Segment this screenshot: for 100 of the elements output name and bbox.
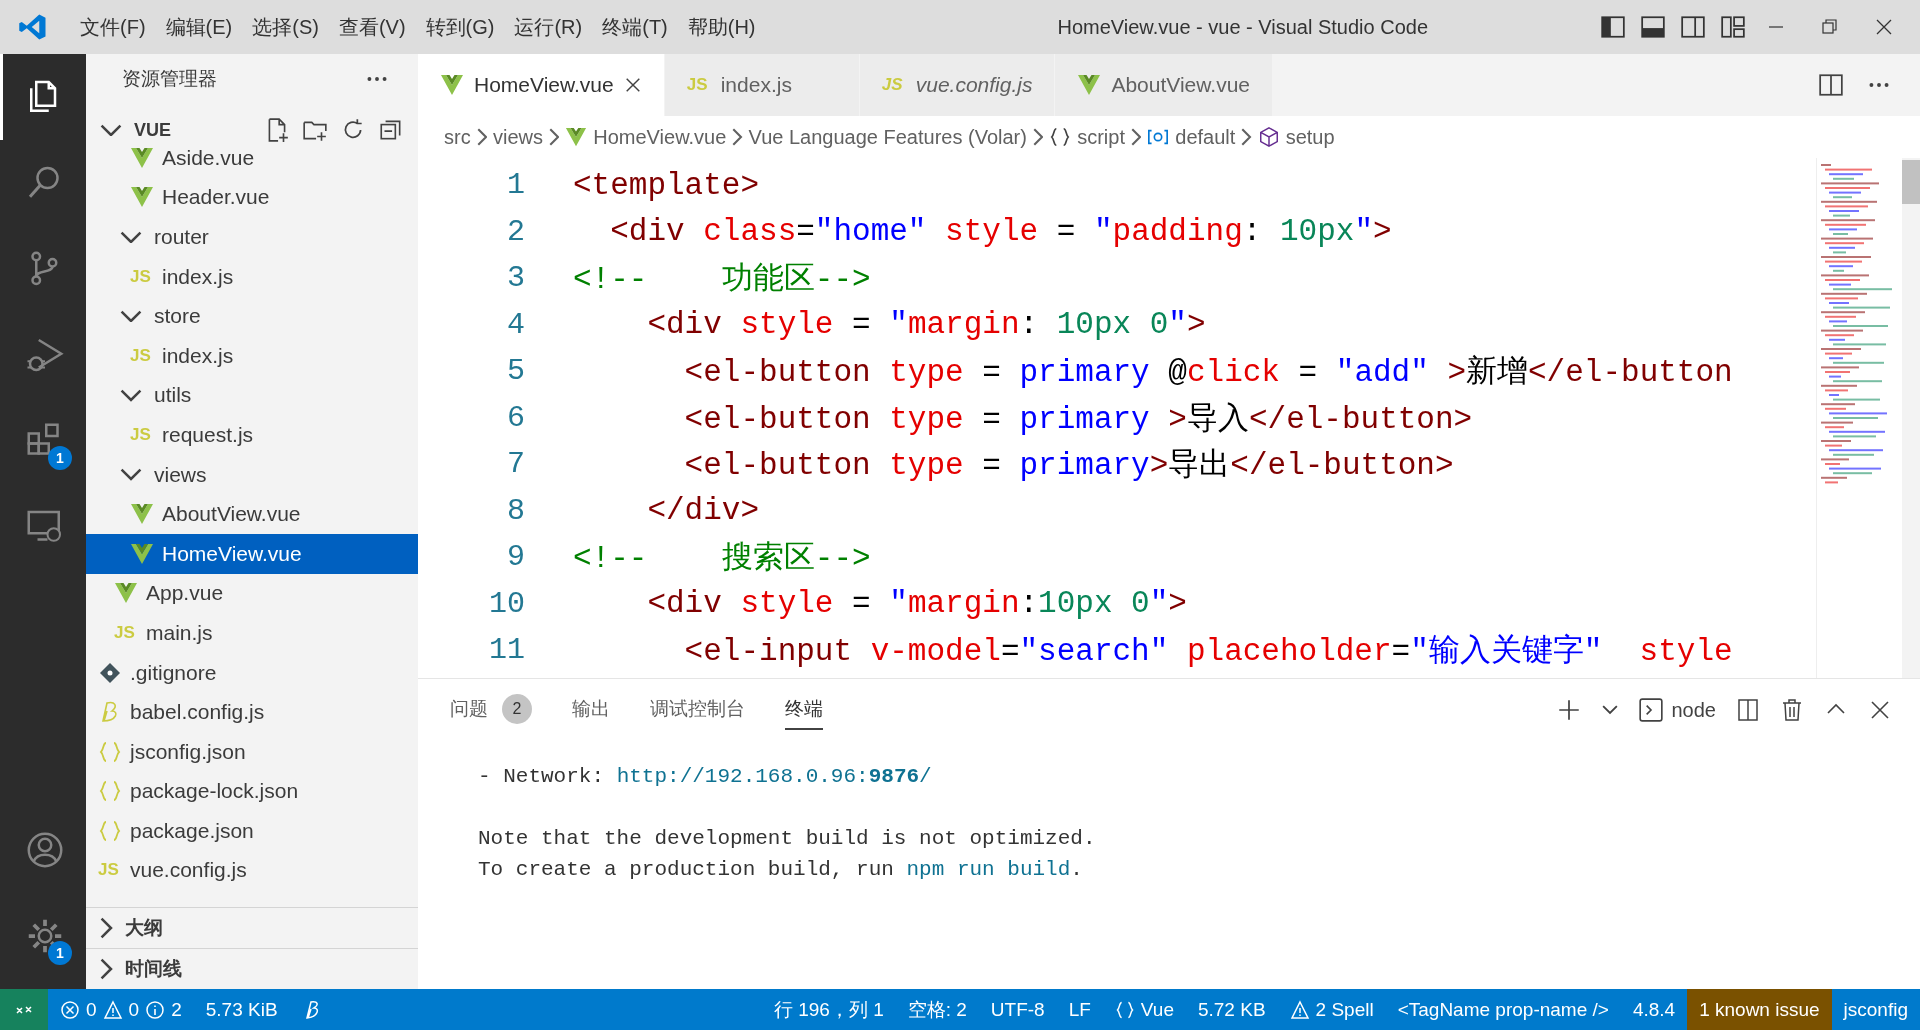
- code-line: <!-- 搜索区-->: [573, 540, 871, 579]
- scrollbar[interactable]: [1902, 158, 1920, 678]
- file-item[interactable]: JS index.js: [86, 335, 418, 376]
- file-item[interactable]: Aside.vue: [86, 138, 418, 178]
- braces-icon: [98, 739, 122, 764]
- status-item[interactable]: Vue: [1102, 989, 1186, 1030]
- line-number: 1: [506, 168, 525, 203]
- grid-layout-icon[interactable]: [1720, 14, 1746, 40]
- panel-tab[interactable]: 输出: [572, 690, 610, 730]
- status-item[interactable]: 1 known issue: [1687, 989, 1832, 1030]
- split-layout-icon[interactable]: [1680, 14, 1706, 40]
- menu-item[interactable]: 运行(R): [504, 13, 593, 41]
- editor-tab[interactable]: AboutView.vue: [1055, 54, 1273, 116]
- panel-layout-icon[interactable]: [1640, 14, 1666, 40]
- editor-tab[interactable]: JS vue.config.js: [859, 54, 1056, 116]
- editor-tab[interactable]: JS index.js: [664, 54, 860, 116]
- menu-item[interactable]: 转到(G): [415, 13, 505, 41]
- breadcrumb-item[interactable]: HomeView.vue: [565, 125, 727, 149]
- info-icon: [145, 999, 166, 1020]
- terminal-link[interactable]: npm run build: [906, 858, 1071, 881]
- chevron-icon: [476, 128, 487, 146]
- status-item[interactable]: 2 Spell: [1277, 989, 1386, 1030]
- status-item[interactable]: 4.8.4: [1620, 989, 1688, 1030]
- status-item[interactable]: LF: [1056, 989, 1103, 1030]
- split-editor-icon[interactable]: [1818, 72, 1844, 98]
- menu-item[interactable]: 文件(F): [70, 13, 156, 41]
- terminal-profile[interactable]: node: [1637, 697, 1716, 723]
- file-item[interactable]: package-lock.json: [86, 771, 418, 812]
- menu-item[interactable]: 选择(S): [242, 13, 329, 41]
- vue-icon: [565, 126, 588, 148]
- vue-icon: [130, 146, 154, 169]
- breadcrumb-item[interactable]: default: [1147, 125, 1236, 149]
- breadcrumb-item[interactable]: views: [492, 125, 543, 149]
- status-item[interactable]: jsconfig: [1831, 989, 1920, 1030]
- status-item[interactable]: 行 196，列 1: [761, 989, 896, 1030]
- split-icon[interactable]: [1736, 698, 1760, 722]
- folder-item[interactable]: views: [86, 454, 418, 495]
- editor-tab[interactable]: HomeView.vue: [418, 54, 665, 116]
- vue-icon: [130, 542, 154, 565]
- panel-tab[interactable]: 问题 2: [450, 690, 532, 730]
- file-item[interactable]: JS main.js: [86, 613, 418, 653]
- status-item[interactable]: 5.73 KiB: [193, 989, 290, 1030]
- status-item[interactable]: 5.72 KB: [1185, 989, 1278, 1030]
- sidebar-layout-icon[interactable]: [1600, 14, 1626, 40]
- close-icon[interactable]: [1874, 17, 1894, 37]
- status-item[interactable]: <TagName prop-name />: [1385, 989, 1621, 1030]
- file-item[interactable]: HomeView.vue: [86, 533, 418, 574]
- file-item[interactable]: package.json: [86, 811, 418, 851]
- trash-icon[interactable]: [1780, 698, 1804, 722]
- extensions-button[interactable]: 1: [0, 398, 86, 484]
- code-line: <el-button type = primary >导入</el-button>: [683, 400, 1473, 439]
- file-item[interactable]: Header.vue: [86, 177, 418, 218]
- terminal-link[interactable]: http://192.168.0.96:9876/: [616, 765, 932, 788]
- line-number: 10: [488, 586, 525, 621]
- menu-item[interactable]: 编辑(E): [155, 13, 243, 41]
- file-item[interactable]: JS vue.config.js: [86, 850, 418, 891]
- code-line: <div class="home" style = "padding: 10px">: [609, 214, 1392, 250]
- file-item[interactable]: .gitignore: [86, 652, 418, 693]
- vue-icon: [1077, 74, 1102, 96]
- status-item[interactable]: 空格: 2: [895, 989, 979, 1030]
- folder-item[interactable]: utils: [86, 375, 418, 416]
- status-item[interactable]: UTF-8: [978, 989, 1057, 1030]
- chevron-icon: [732, 128, 743, 146]
- js-icon: JS: [114, 622, 138, 643]
- terminal-icon: [1637, 697, 1664, 723]
- menu-item[interactable]: 帮助(H): [677, 13, 766, 41]
- file-item[interactable]: JS request.js: [86, 415, 418, 455]
- terminal-line: To create a production build, run npm run build.: [478, 857, 1084, 883]
- vue-icon: [440, 74, 464, 96]
- chevron-icon: [100, 958, 113, 980]
- breadcrumb-item[interactable]: Vue Language Features (Volar): [748, 125, 1027, 149]
- badge: 1: [48, 446, 72, 470]
- file-item[interactable]: babel.config.js: [86, 692, 418, 732]
- problems-button[interactable]: 0 0 2: [48, 989, 194, 1030]
- file-item[interactable]: App.vue: [86, 573, 418, 614]
- menu-item[interactable]: 查看(V): [328, 13, 416, 41]
- close-icon[interactable]: [623, 76, 642, 94]
- restore-icon[interactable]: [1820, 17, 1840, 37]
- warning-icon: [1289, 999, 1310, 1020]
- line-number: 7: [506, 447, 525, 482]
- braces-icon: [98, 779, 122, 804]
- file-item[interactable]: jsconfig.json: [86, 731, 418, 772]
- cube-icon: [1257, 126, 1280, 148]
- chevron-icon: [120, 468, 142, 481]
- panel-tab[interactable]: 终端: [785, 690, 823, 730]
- chevron-icon: [1131, 128, 1142, 146]
- menu-item[interactable]: 终端(T): [592, 13, 678, 41]
- folder-item[interactable]: router: [86, 217, 418, 257]
- chevron-icon: [100, 917, 113, 939]
- braces-icon: [98, 818, 122, 843]
- breadcrumb-item[interactable]: script: [1049, 125, 1125, 149]
- panel-tab[interactable]: 调试控制台: [650, 690, 745, 730]
- file-item[interactable]: JS index.js: [86, 256, 418, 297]
- folder-item[interactable]: store: [86, 296, 418, 336]
- section-header[interactable]: 大纲: [86, 907, 418, 948]
- code-line: <div style = "margin:10px 0">: [646, 586, 1187, 622]
- settings-button[interactable]: 1: [0, 893, 86, 979]
- breadcrumb-item[interactable]: src: [444, 125, 471, 149]
- breadcrumb-item[interactable]: setup: [1257, 125, 1335, 149]
- file-item[interactable]: AboutView.vue: [86, 494, 418, 534]
